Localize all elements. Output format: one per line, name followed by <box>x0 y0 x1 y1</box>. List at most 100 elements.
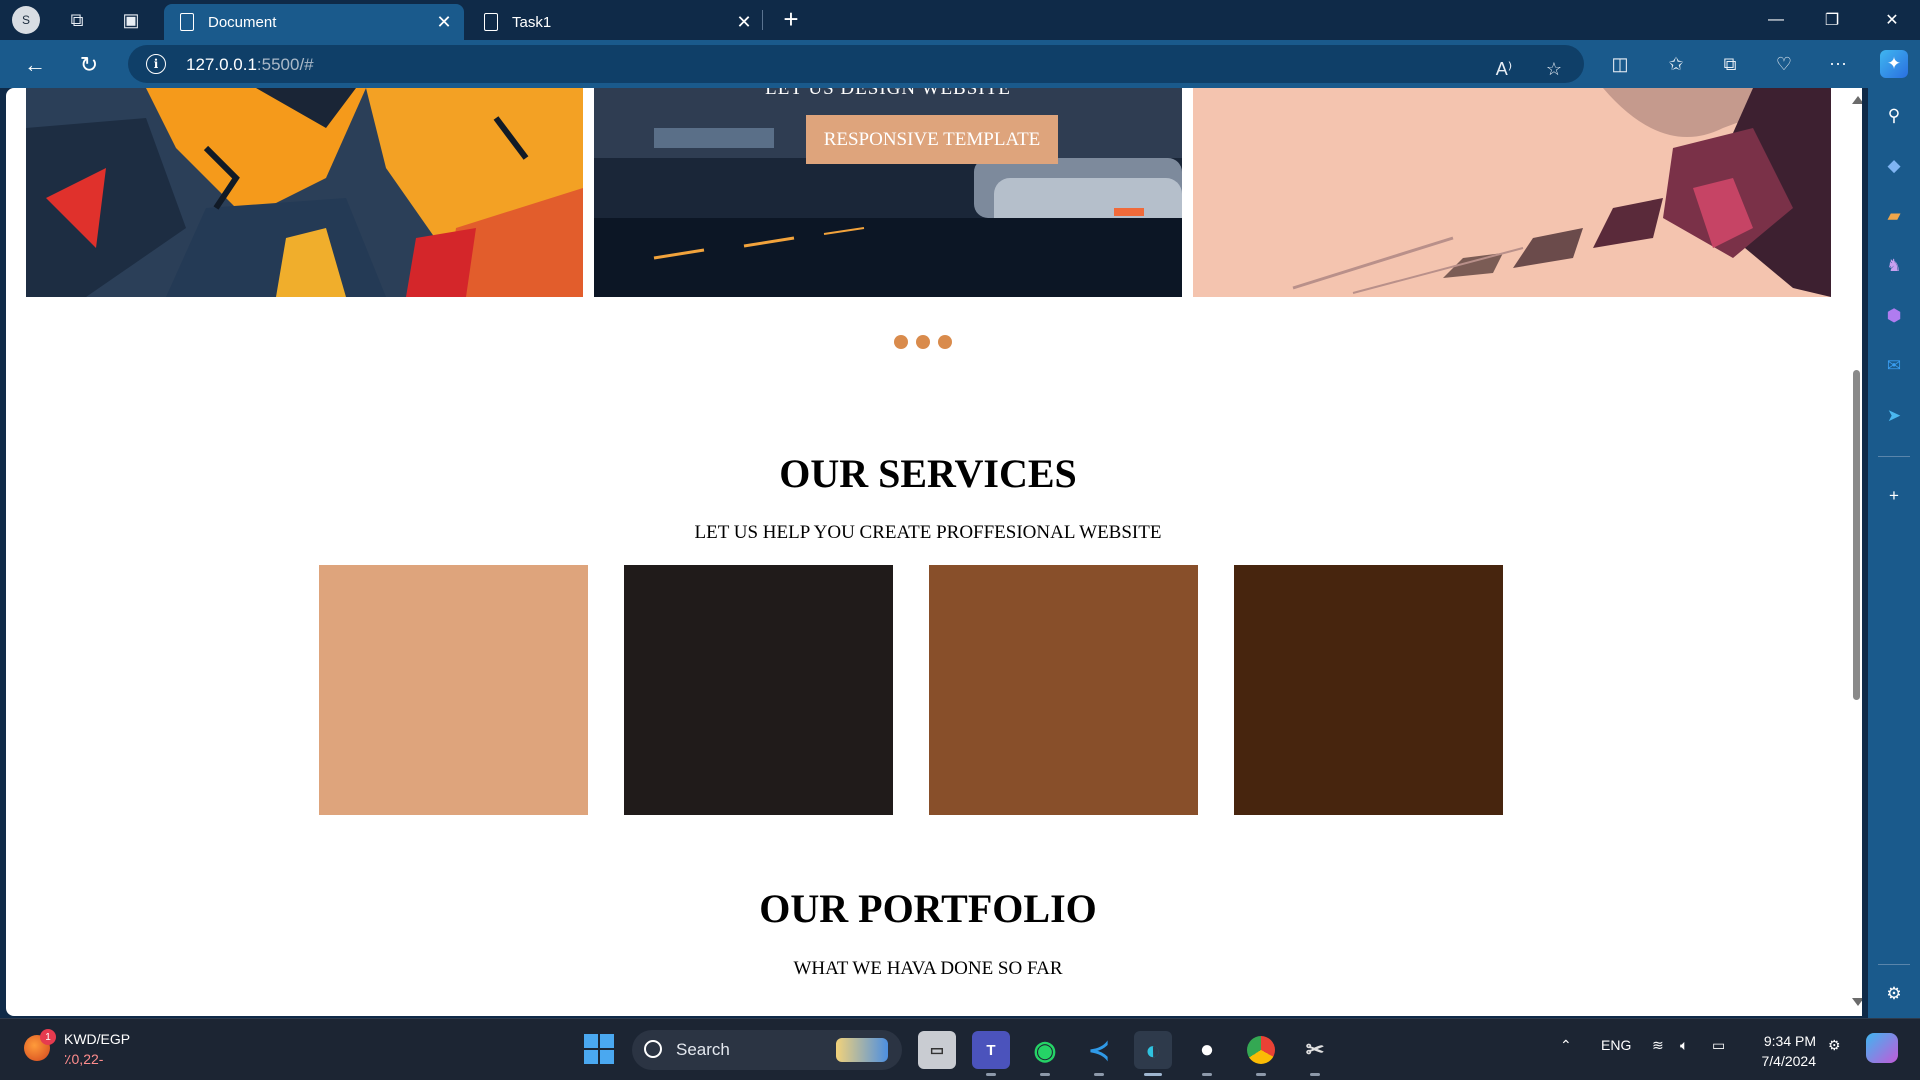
portfolio-subtitle: WHAT WE HAVA DONE SO FAR <box>793 958 1063 979</box>
running-indicator <box>1094 1073 1104 1076</box>
services-subtitle: LET US HELP YOU CREATE PROFFESIONAL WEBS… <box>694 522 1162 543</box>
sidebar-divider <box>1878 964 1910 965</box>
input-language[interactable]: ENG <box>1601 1037 1631 1053</box>
show-hidden-icons-chevron-icon[interactable]: ⌃ <box>1560 1037 1572 1054</box>
read-aloud-icon[interactable]: A⁾ <box>1490 55 1518 83</box>
teams-icon[interactable]: T <box>972 1031 1010 1076</box>
clock-date: 7/4/2024 <box>1761 1053 1817 1069</box>
chrome-icon[interactable] <box>1242 1031 1280 1076</box>
running-indicator <box>986 1073 996 1076</box>
tab-title: Task1 <box>512 13 552 31</box>
close-window-button[interactable]: ✕ <box>1864 0 1920 40</box>
page-icon <box>484 13 498 31</box>
browser-essentials-icon[interactable]: ♡ <box>1770 50 1798 78</box>
slide-title: LET US DESIGN WEBSITE <box>765 88 1011 99</box>
widget-title[interactable]: KWD/EGP <box>64 1031 130 1047</box>
page-icon <box>180 13 194 31</box>
workspaces-icon[interactable]: ⧉ <box>62 5 92 35</box>
whatsapp-icon[interactable]: ◉ <box>1026 1031 1064 1076</box>
vertical-tabs-icon[interactable]: ▣ <box>116 5 146 35</box>
service-box <box>319 565 588 815</box>
profile-avatar[interactable]: S <box>12 6 40 34</box>
edge-sidebar: ✦ ⚲ ◆ ▰ ♞ ⬢ ✉ ➤ + ⚙ <box>1868 40 1920 1018</box>
responsive-template-button[interactable]: RESPONSIVE TEMPLATE <box>806 115 1058 164</box>
abstract-graffiti-art <box>26 88 583 297</box>
clock[interactable]: 9:34 PM 7/4/2024 <box>1752 1031 1817 1071</box>
running-indicator <box>1310 1073 1320 1076</box>
drop-send-icon[interactable]: ➤ <box>1880 402 1908 430</box>
widgets-badge: 1 <box>40 1029 56 1045</box>
service-box <box>929 565 1198 815</box>
widget-value[interactable]: ٪0,22- <box>64 1051 103 1068</box>
active-indicator <box>1144 1073 1162 1076</box>
scroll-down-arrow-icon[interactable] <box>1852 998 1862 1006</box>
refresh-icon[interactable]: ↻ <box>72 48 106 82</box>
clock-time: 9:34 PM <box>1763 1033 1816 1049</box>
windows-taskbar: 1 KWD/EGP ٪0,22- Search ▭ T ◉ ≺ ◐ ● ✂ ⌃ … <box>0 1018 1920 1080</box>
search-highlight-icon <box>836 1038 888 1062</box>
tab-separator <box>762 10 763 30</box>
slide-image-abstract <box>26 88 583 297</box>
file-explorer-icon[interactable]: ▭ <box>918 1031 956 1069</box>
add-sidebar-app-icon[interactable]: + <box>1880 482 1908 510</box>
close-tab-icon[interactable]: ✕ <box>430 12 458 33</box>
running-indicator <box>1256 1073 1266 1076</box>
sidebar-divider <box>1878 456 1910 457</box>
volume-icon[interactable]: 🔈︎ <box>1680 1037 1688 1054</box>
slider-dot[interactable] <box>916 335 930 349</box>
notifications-bell-icon[interactable]: ⚙ <box>1828 1037 1841 1054</box>
tools-briefcase-icon[interactable]: ▰ <box>1880 202 1908 230</box>
copilot-icon[interactable]: ✦ <box>1880 50 1908 78</box>
new-tab-button[interactable]: + <box>776 4 806 34</box>
services-heading: OUR SERVICES <box>779 451 1077 496</box>
slide-image-city-street: LET US DESIGN WEBSITE RESPONSIVE TEMPLAT… <box>594 88 1182 297</box>
slider-dot[interactable] <box>938 335 952 349</box>
sidebar-settings-gear-icon[interactable]: ⚙ <box>1880 980 1908 1008</box>
site-info-icon[interactable]: i <box>146 54 166 74</box>
web-page-viewport[interactable]: LET US DESIGN WEBSITE RESPONSIVE TEMPLAT… <box>6 88 1862 1016</box>
copilot-taskbar-icon[interactable] <box>1866 1033 1898 1063</box>
wifi-icon[interactable]: ≋ <box>1652 1037 1664 1054</box>
snipping-tool-icon[interactable]: ✂ <box>1296 1031 1334 1076</box>
vscode-icon[interactable]: ≺ <box>1080 1031 1118 1076</box>
tab-document[interactable]: Document ✕ <box>164 4 464 40</box>
split-screen-icon[interactable]: ◫ <box>1606 50 1634 78</box>
slider-dots <box>894 335 952 349</box>
back-arrow-icon[interactable]: ← <box>18 48 52 82</box>
close-tab-icon[interactable]: ✕ <box>730 12 758 33</box>
start-windows-icon[interactable] <box>584 1034 614 1064</box>
url-path: :5500/# <box>256 55 314 74</box>
shopping-tag-icon[interactable]: ◆ <box>1880 152 1908 180</box>
edge-browser-icon[interactable]: ◐ <box>1134 1031 1172 1076</box>
url-host: 127.0.0.1 <box>186 55 257 74</box>
portfolio-heading: OUR PORTFOLIO <box>759 886 1097 931</box>
outlook-icon[interactable]: ✉ <box>1880 352 1908 380</box>
slide-image-abstract-pink <box>1193 88 1831 297</box>
url-text[interactable]: 127.0.0.1:5500/# <box>186 55 314 75</box>
search-label: Search <box>676 1040 730 1059</box>
games-icon[interactable]: ♞ <box>1880 252 1908 280</box>
favorites-icon[interactable]: ✩ <box>1662 50 1690 78</box>
minimize-button[interactable]: — <box>1748 0 1804 40</box>
address-bar[interactable]: i 127.0.0.1:5500/# A⁾ ☆ <box>128 45 1584 83</box>
more-menu-icon[interactable]: ⋯ <box>1824 50 1852 78</box>
address-bar-row: ← ↻ i 127.0.0.1:5500/# A⁾ ☆ ◫ ✩ ⧉ ♡ ⋯ <box>0 40 1868 88</box>
shattered-abstract-art <box>1193 88 1831 297</box>
vertical-scrollbar[interactable] <box>1850 88 1862 1016</box>
collections-icon[interactable]: ⧉ <box>1716 50 1744 78</box>
scroll-up-arrow-icon[interactable] <box>1852 96 1862 104</box>
restore-button[interactable]: ❐ <box>1804 0 1860 40</box>
battery-icon[interactable]: ▭ <box>1712 1037 1725 1054</box>
browser-tab-bar: S ⧉ ▣ Document ✕ Task1 ✕ + — ❐ ✕ <box>0 0 1920 40</box>
tab-task1[interactable]: Task1 ✕ <box>468 4 764 40</box>
tab-title: Document <box>208 13 277 31</box>
microsoft-365-icon[interactable]: ⬢ <box>1880 302 1908 330</box>
service-box <box>624 565 893 815</box>
taskbar-search[interactable]: Search <box>632 1030 902 1070</box>
favorite-star-icon[interactable]: ☆ <box>1540 55 1568 83</box>
slider-dot[interactable] <box>894 335 908 349</box>
scroll-thumb[interactable] <box>1853 370 1860 700</box>
running-indicator <box>1202 1073 1212 1076</box>
search-icon[interactable]: ⚲ <box>1880 102 1908 130</box>
github-desktop-icon[interactable]: ● <box>1188 1031 1226 1076</box>
